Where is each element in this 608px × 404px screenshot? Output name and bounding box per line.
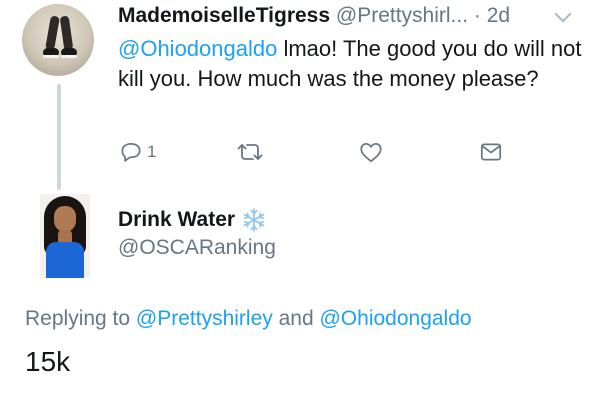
reply-button[interactable]: 1 xyxy=(118,138,156,166)
tweet-detail: Drink Water @OSCARanking Replying to @Pr… xyxy=(0,190,608,404)
tweet-actions: 1 xyxy=(118,138,518,168)
tweet: MademoiselleTigress @Prettyshirl... · 2d… xyxy=(0,0,608,190)
avatar-figure-leg xyxy=(59,15,74,51)
tweet-header: Drink Water xyxy=(118,207,267,233)
chevron-down-icon[interactable] xyxy=(558,399,576,404)
avatar-figure-sole xyxy=(61,55,77,58)
tweet-text: 15k xyxy=(25,346,71,377)
like-button[interactable] xyxy=(358,138,384,166)
avatar-figure-leg xyxy=(45,15,60,51)
display-name[interactable]: MademoiselleTigress xyxy=(118,4,330,27)
snowflake-icon xyxy=(243,208,265,232)
timestamp[interactable]: 2d xyxy=(487,4,510,27)
heart-icon xyxy=(360,143,382,163)
user-handle[interactable]: @OSCARanking xyxy=(118,235,276,261)
avatar-face xyxy=(54,206,76,232)
replying-to-label: Replying to xyxy=(25,307,136,330)
replying-to-and: and xyxy=(272,307,320,330)
tweet-text: @Ohiodongaldo lmao! The good you do will… xyxy=(118,34,588,94)
thread-connector-line xyxy=(57,84,61,190)
user-handle[interactable]: @Prettyshirl... xyxy=(336,4,468,27)
replying-to: Replying to @Prettyshirley and @Ohiodong… xyxy=(25,306,472,332)
tweet-header: MademoiselleTigress @Prettyshirl... · 2d xyxy=(118,3,510,29)
mention-link[interactable]: @Ohiodongaldo xyxy=(319,307,471,330)
envelope-icon xyxy=(480,143,502,161)
avatar-figure-sole xyxy=(43,55,59,58)
direct-message-button[interactable] xyxy=(478,138,504,166)
retweet-button[interactable] xyxy=(236,138,264,166)
separator: · xyxy=(468,4,487,27)
retweet-icon xyxy=(237,144,263,160)
mention-link[interactable]: @Prettyshirley xyxy=(136,307,273,330)
avatar-top xyxy=(46,242,84,278)
avatar[interactable] xyxy=(40,194,90,278)
chevron-down-icon[interactable] xyxy=(554,5,572,23)
reply-count: 1 xyxy=(147,142,157,161)
mention-link[interactable]: @Ohiodongaldo xyxy=(118,36,277,61)
display-name[interactable]: Drink Water xyxy=(118,207,235,233)
avatar[interactable] xyxy=(22,4,94,76)
reply-icon xyxy=(121,143,141,162)
